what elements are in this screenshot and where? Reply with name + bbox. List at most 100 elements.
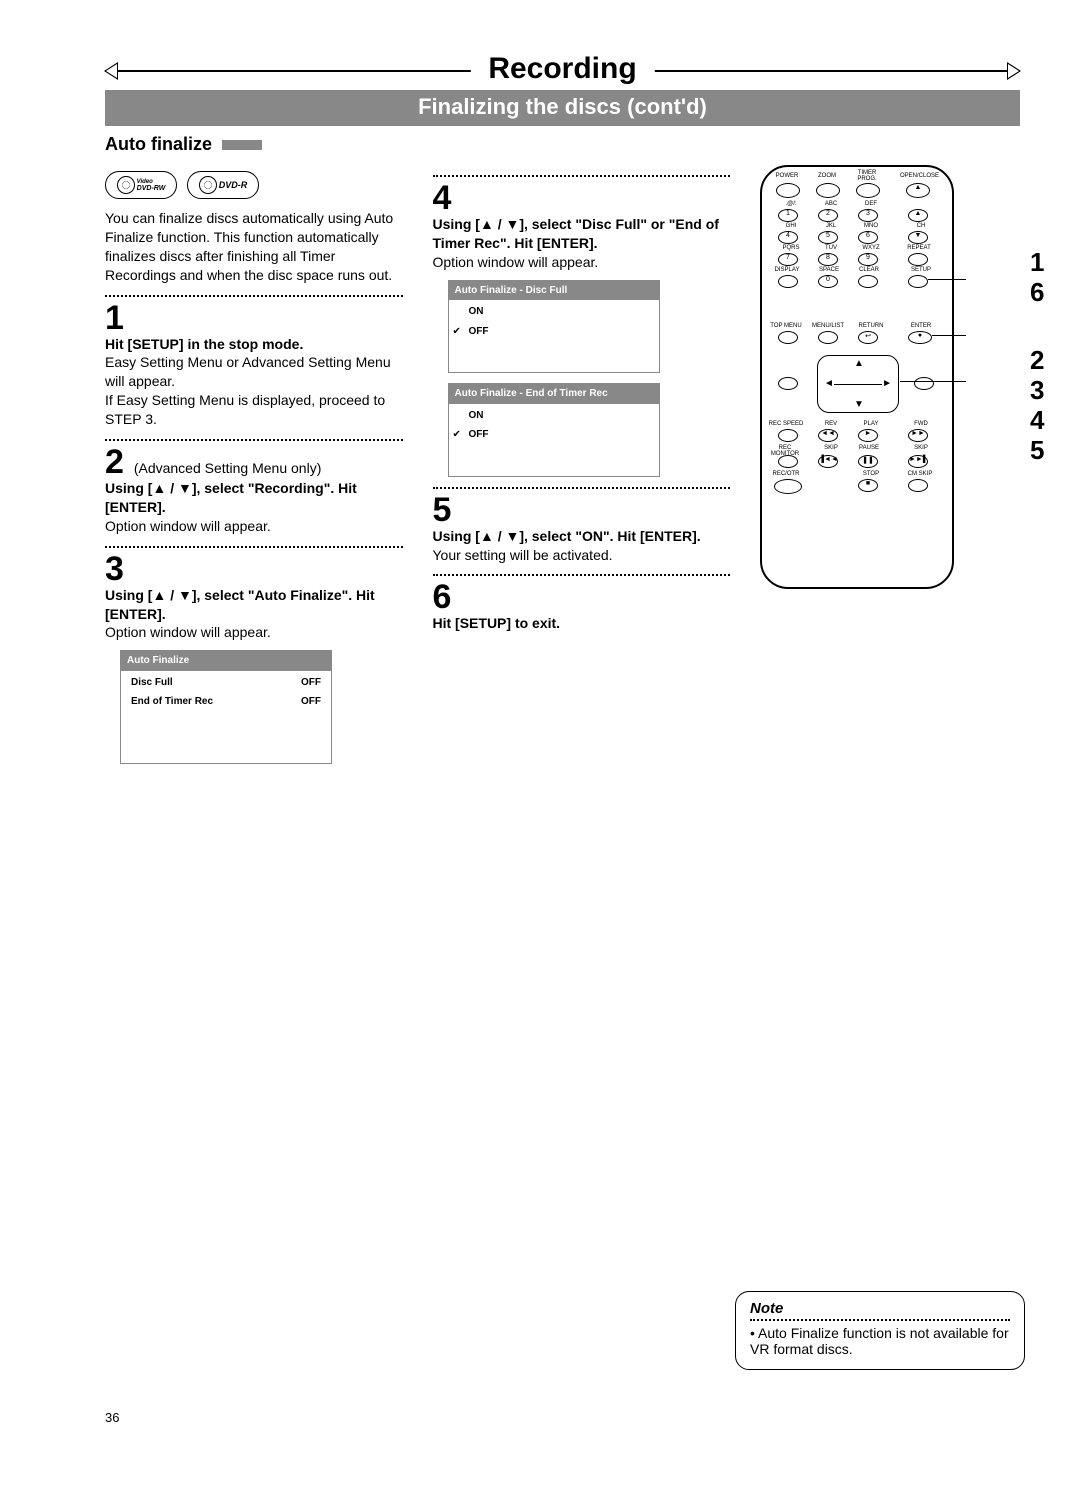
stop-icon: ■ — [858, 479, 878, 492]
section-title-text: Auto finalize — [105, 134, 212, 155]
remote-button — [778, 429, 798, 442]
rev-icon: ◄◄ — [818, 429, 838, 442]
remote-button — [778, 275, 798, 288]
step-6-num: 6 — [433, 580, 731, 614]
osd-header: Auto Finalize - End of Timer Rec — [449, 384, 659, 404]
skip-fwd-icon: ►►▌ — [908, 455, 928, 468]
sub-banner: Finalizing the discs (cont'd) — [105, 90, 1020, 126]
divider — [105, 295, 403, 297]
enter-button: ● — [908, 331, 932, 344]
note-divider — [750, 1319, 1010, 1321]
step-3-num: 3 — [105, 552, 403, 586]
ch-down-icon: ▼ — [908, 231, 928, 244]
step-6-bold: Hit [SETUP] to exit. — [433, 614, 731, 633]
column-left: VideoDVD-RW DVD-R You can finalize discs… — [105, 165, 403, 774]
osd-end-timer: Auto Finalize - End of Timer Rec ON ✔ OF… — [448, 383, 660, 477]
fwd-icon: ►► — [908, 429, 928, 442]
rec-button — [774, 479, 802, 494]
osd-row: Disc Full OFF — [121, 673, 331, 693]
callout-2: 2 — [1030, 345, 1056, 376]
osd-auto-finalize: Auto Finalize Disc Full OFF End of Timer… — [120, 650, 332, 764]
pause-icon: ❚❚ — [858, 455, 878, 468]
note-text: • Auto Finalize function is not availabl… — [750, 1325, 1010, 1357]
dpad-up-icon: ▲ — [854, 358, 864, 369]
dvd-rw-icon: VideoDVD-RW — [105, 171, 177, 199]
remote-label-zoom: ZOOM — [810, 173, 844, 179]
step-1-num: 1 — [105, 301, 403, 335]
remote-diagram: POWER ZOOM TIMER PROG. OPEN/CLOSE ▲ .@/:… — [760, 165, 954, 589]
remote-button: 0 — [818, 275, 838, 288]
osd-header: Auto Finalize - Disc Full — [449, 281, 659, 301]
remote-button: 4 — [778, 231, 798, 244]
check-icon: ✔ — [453, 325, 461, 339]
chapter-title: Recording — [470, 52, 654, 86]
step-2-num: 2 — [105, 443, 124, 481]
callout-6: 6 — [1030, 277, 1056, 308]
intro-text: You can finalize discs automatically usi… — [105, 209, 403, 285]
callout-5: 5 — [1030, 435, 1056, 466]
callout-3: 3 — [1030, 375, 1056, 406]
divider — [433, 175, 731, 177]
step-4-num: 4 — [433, 181, 731, 215]
osd-row: ✔ OFF — [449, 425, 659, 445]
remote-button: 5 — [818, 231, 838, 244]
remote-button: 9 — [858, 253, 878, 266]
step-1-text1: Easy Setting Menu or Advanced Setting Me… — [105, 353, 403, 391]
dpad-left-icon: ◄ — [824, 378, 834, 389]
note-title: Note — [750, 1300, 1010, 1317]
dpad-down-icon: ▼ — [854, 399, 864, 410]
divider — [433, 574, 731, 576]
step-3-bold: Using [▲ / ▼], select "Auto Finalize". H… — [105, 586, 403, 624]
step-4-bold: Using [▲ / ▼], select "Disc Full" or "En… — [433, 215, 731, 253]
osd-row: ON — [449, 302, 659, 322]
disc-icons: VideoDVD-RW DVD-R — [105, 171, 403, 199]
page-number: 36 — [105, 1410, 119, 1425]
section-marker — [222, 140, 262, 150]
play-icon: ► — [858, 429, 878, 442]
chapter-banner: Recording — [105, 70, 1020, 72]
osd-row: End of Timer Rec OFF — [121, 692, 331, 712]
remote-label-open: OPEN/CLOSE — [900, 173, 934, 179]
remote-button — [816, 183, 840, 198]
remote-button — [778, 377, 798, 390]
step-2-note: (Advanced Setting Menu only) — [134, 460, 322, 476]
banner-arrow-right — [1007, 62, 1021, 80]
step-1-bold: Hit [SETUP] in the stop mode. — [105, 335, 403, 354]
step-5-text1: Your setting will be activated. — [433, 546, 731, 565]
remote-button: 6 — [858, 231, 878, 244]
callout-line — [928, 279, 966, 280]
callout-1: 1 — [1030, 247, 1056, 278]
step-4-text1: Option window will appear. — [433, 253, 731, 272]
remote-button: 3 — [858, 209, 878, 222]
callout-line — [900, 381, 966, 382]
remote-dpad: ▲ ▼ ◄ ► — [817, 355, 899, 413]
banner-arrow-left — [104, 62, 118, 80]
dpad-right-icon: ► — [882, 378, 892, 389]
column-middle: 4 Using [▲ / ▼], select "Disc Full" or "… — [433, 165, 731, 633]
remote-button: 1 — [778, 209, 798, 222]
check-icon: ✔ — [453, 428, 461, 442]
return-icon: ↩ — [858, 331, 878, 344]
divider — [105, 546, 403, 548]
osd-row: ✔ OFF — [449, 322, 659, 342]
osd-disc-full: Auto Finalize - Disc Full ON ✔ OFF — [448, 280, 660, 374]
divider — [105, 439, 403, 441]
remote-button — [858, 275, 878, 288]
step-3-text1: Option window will appear. — [105, 623, 403, 642]
remote-label-timer: TIMER PROG. — [850, 170, 884, 182]
osd-header: Auto Finalize — [121, 651, 331, 671]
section-title: Auto finalize — [105, 134, 1020, 155]
step-2-bold: Using [▲ / ▼], select "Recording". Hit [… — [105, 479, 403, 517]
remote-button — [818, 331, 838, 344]
step-5-bold: Using [▲ / ▼], select "ON". Hit [ENTER]. — [433, 527, 731, 546]
eject-icon: ▲ — [906, 183, 930, 198]
remote-button — [856, 183, 880, 198]
remote-button — [778, 455, 798, 468]
step-2-text1: Option window will appear. — [105, 517, 403, 536]
remote-button — [914, 377, 934, 390]
divider — [433, 487, 731, 489]
callout-line — [932, 335, 966, 336]
callout-4: 4 — [1030, 405, 1056, 436]
skip-back-icon: ▐◄◄ — [818, 455, 838, 468]
remote-button: 2 — [818, 209, 838, 222]
